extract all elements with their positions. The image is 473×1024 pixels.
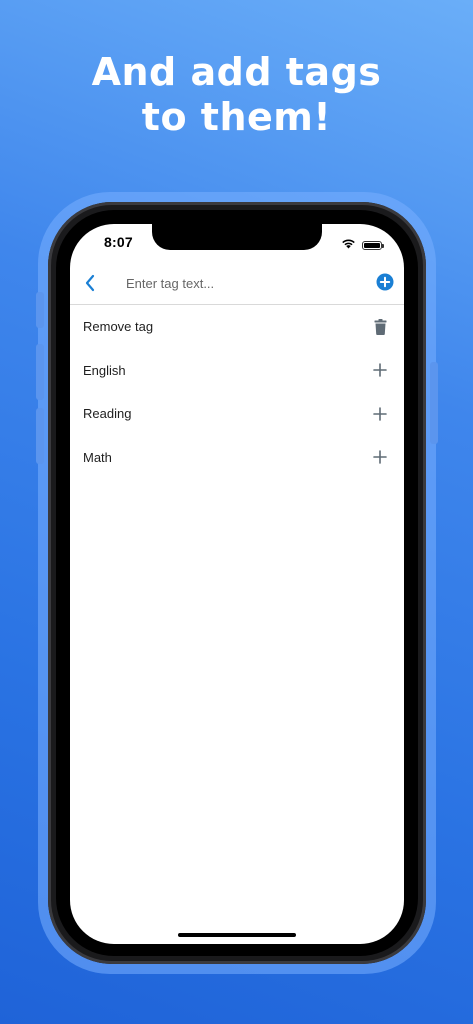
list-item-label: Remove tag [83,319,154,335]
chevron-left-icon [85,274,95,292]
headline: And add tags to them! [0,50,473,140]
status-time: 8:07 [104,234,133,250]
headline-line-1: And add tags [91,50,382,94]
trash-icon[interactable] [372,318,388,335]
battery-icon [362,240,384,250]
headline-line-2: to them! [141,95,332,139]
plus-icon[interactable] [372,449,388,465]
phone-mute-switch [36,292,44,328]
phone-screen: 8:07 Remove tag [70,224,404,944]
tag-text-input[interactable] [122,271,370,295]
phone-side-button [430,362,438,444]
back-button[interactable] [78,271,102,295]
add-tag-button[interactable] [376,273,394,291]
plus-icon[interactable] [372,362,388,378]
phone-volume-down-button [36,408,44,464]
tag-row-reading[interactable]: Reading [70,392,404,436]
remove-tag-row[interactable]: Remove tag [70,305,404,349]
home-indicator[interactable] [178,933,296,937]
status-icons [341,236,384,254]
list-item-label: Reading [83,406,132,422]
navbar [70,262,404,305]
tag-list: Remove tag English Reading Math [70,305,404,479]
notch [152,224,322,250]
plus-icon[interactable] [372,406,388,422]
tag-row-math[interactable]: Math [70,436,404,480]
list-item-label: English [83,362,126,378]
tag-row-english[interactable]: English [70,349,404,393]
phone-volume-up-button [36,344,44,400]
list-item-label: Math [83,449,112,465]
wifi-icon [341,236,356,254]
